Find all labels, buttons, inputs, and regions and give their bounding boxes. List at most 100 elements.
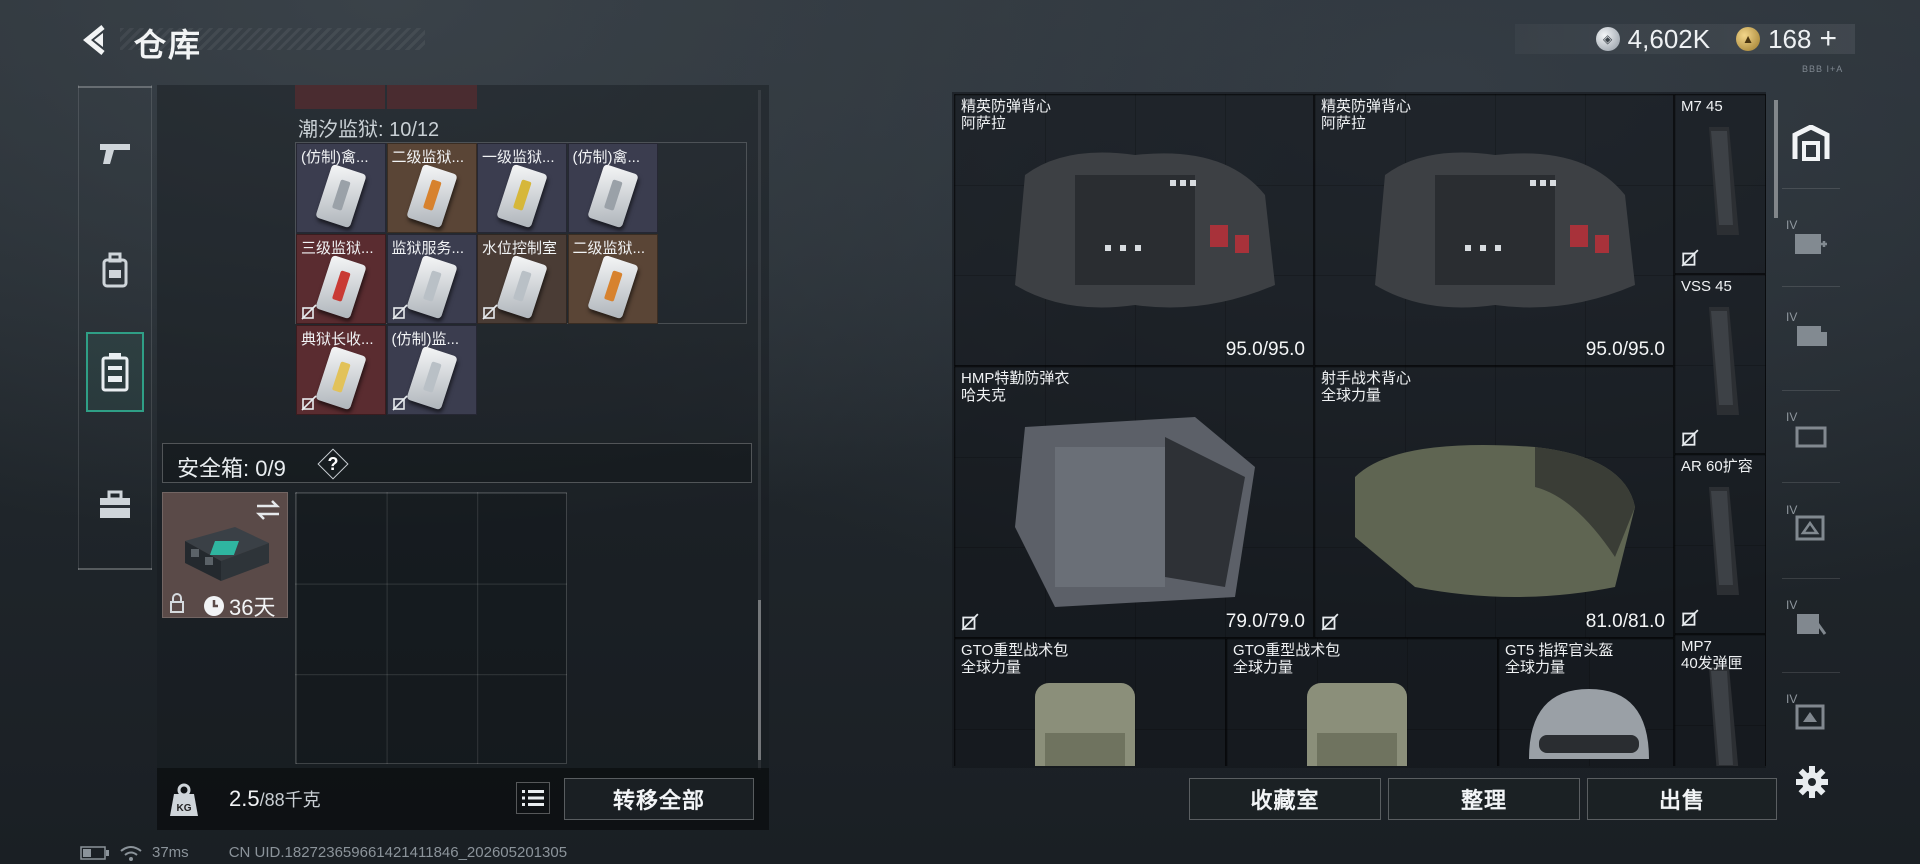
filter-parts[interactable]: IV (1782, 493, 1840, 563)
keycard-item[interactable]: 典狱长收... (296, 325, 386, 415)
item-name: VSS 45 (1681, 278, 1732, 295)
warehouse-item[interactable]: GTO重型战术包 全球力量 (1226, 638, 1498, 766)
backpack-icon (1035, 683, 1135, 766)
filter-ammo-box[interactable]: IV (1782, 300, 1840, 370)
warehouse-item[interactable]: AR 60扩容 (1674, 454, 1766, 634)
warehouse-item[interactable]: GT5 指挥官头盔 全球力量 (1498, 638, 1674, 766)
svg-text:KG: KG (177, 803, 192, 814)
collection-room-button[interactable]: 收藏室 (1189, 778, 1381, 820)
armor-vest-icon (1375, 152, 1635, 308)
warehouse-scrollbar[interactable] (1774, 100, 1778, 218)
filter-medical[interactable]: IV (1782, 208, 1840, 278)
battery-icon (80, 845, 109, 860)
warehouse-item[interactable]: 精英防弹背心 阿萨拉 95.0/95.0 (954, 94, 1314, 366)
item-name: HMP特勤防弹衣 哈夫克 (961, 370, 1070, 404)
warehouse-item[interactable]: VSS 45 (1674, 274, 1766, 454)
keycard-name: 监狱服务... (391, 240, 465, 257)
silver-currency[interactable]: ◈ 4,602K (1595, 24, 1710, 55)
keycard-item[interactable]: 三级监狱... (296, 234, 386, 324)
gold-currency[interactable]: ▲ 168 + (1736, 22, 1837, 56)
warehouse-grid: 精英防弹背心 阿萨拉 95.0/95.0 精英防弹背心 阿萨拉 95.0/95.0 M7… (954, 94, 1766, 766)
status-bar: 37ms CN UID.182723659661421411846_202605… (80, 844, 567, 861)
filter-equipment[interactable]: IV (1782, 400, 1840, 470)
no-trade-icon (391, 304, 408, 320)
nav-weapon[interactable] (86, 112, 144, 192)
no-trade-icon (1681, 429, 1699, 447)
keycard-name: 二级监狱... (572, 240, 646, 257)
keycard-name: 一级监狱... (482, 149, 555, 166)
warehouse-item[interactable]: M7 45 (1674, 94, 1766, 274)
back-arrow-icon (83, 25, 105, 55)
no-trade-icon (1681, 249, 1699, 267)
keycard-icon (496, 163, 548, 229)
tier-label: IV (1786, 692, 1798, 706)
add-gold-button[interactable]: + (1819, 22, 1837, 56)
list-icon (522, 790, 544, 806)
no-trade-icon (301, 395, 317, 411)
tier-label: IV (1786, 310, 1798, 324)
warehouse-item[interactable]: 射手战术背心 全球力量 81.0/81.0 (1314, 366, 1674, 638)
filter-tools[interactable]: IV (1782, 588, 1840, 658)
safe-box-item[interactable]: 36天 (162, 492, 288, 620)
page-title: 仓库 (134, 27, 203, 63)
inventory-scrollbar[interactable] (758, 90, 761, 770)
keycard-item[interactable]: 一级监狱... (477, 143, 567, 233)
no-trade-icon (1681, 609, 1699, 627)
filter-misc[interactable]: IV (1782, 682, 1840, 752)
nav-backpack[interactable] (86, 230, 144, 310)
item-durability: 95.0/95.0 (1585, 339, 1665, 360)
item-durability: 79.0/79.0 (1225, 611, 1305, 632)
back-button[interactable] (76, 20, 116, 60)
keycard-icon (315, 345, 367, 411)
magazine-icon (1709, 667, 1739, 766)
keycard-icon (496, 254, 548, 320)
gear-crate-icon (1795, 426, 1827, 448)
transfer-all-button[interactable]: 转移全部 (564, 778, 754, 820)
sell-button[interactable]: 出售 (1587, 778, 1777, 820)
filter-all[interactable] (1782, 108, 1840, 178)
safe-box-icon (185, 527, 269, 581)
keycard-item[interactable]: (仿制)监... (386, 325, 477, 415)
warehouse-item[interactable]: GTO重型战术包 全球力量 (954, 638, 1226, 766)
no-trade-icon (961, 613, 979, 631)
keycard-item[interactable]: (仿制)禽... (567, 143, 658, 233)
list-view-button[interactable] (516, 782, 550, 814)
safe-box-label: 安全箱: 0/9 (177, 456, 286, 481)
backpack-icon (1307, 683, 1407, 766)
keycard-item[interactable]: (仿制)禽... (296, 143, 386, 233)
tiny-label: BBB I+A (1802, 64, 1844, 74)
weight-icon: KG (170, 783, 198, 816)
keycard-item[interactable]: 二级监狱... (567, 234, 658, 324)
item-durability: 95.0/95.0 (1225, 339, 1305, 360)
medkit-icon (1795, 234, 1827, 254)
no-trade-icon (301, 304, 317, 320)
organize-button[interactable]: 整理 (1388, 778, 1580, 820)
keycard-item[interactable]: 监狱服务... (386, 234, 477, 324)
scroll-thumb[interactable] (758, 600, 761, 760)
expiry-days: 36天 (229, 595, 276, 620)
keycard-icon (405, 163, 458, 229)
warehouse-item[interactable]: 精英防弹背心 阿萨拉 95.0/95.0 (1314, 94, 1674, 366)
helmet-icon (1529, 689, 1649, 759)
settings-button[interactable] (1792, 762, 1832, 802)
warehouse-item[interactable]: HMP特勤防弹衣 哈夫克 79.0/79.0 (954, 366, 1314, 638)
keycard-name: (仿制)禽... (301, 149, 369, 166)
keycard-item[interactable]: 水位控制室 (477, 234, 567, 324)
weight-value: 2.5 (229, 786, 260, 811)
keycard-name: 二级监狱... (391, 149, 465, 166)
warehouse-item[interactable]: MP7 40发弹匣 (1674, 634, 1766, 766)
keycard-name: 三级监狱... (301, 240, 374, 257)
safe-box-grid[interactable] (295, 492, 567, 764)
keycard-icon (586, 254, 639, 320)
keycard-item[interactable]: 二级监狱... (386, 143, 477, 233)
nav-inventory[interactable] (86, 332, 144, 412)
help-button[interactable]: ? (319, 450, 347, 478)
nav-toolkit[interactable] (86, 465, 144, 545)
gold-amount: 168 (1768, 23, 1812, 54)
warehouse-icon (1792, 125, 1830, 161)
backpack-icon (102, 252, 128, 288)
currency-display: ◈ 4,602K ▲ 168 + (1515, 22, 1855, 56)
rail-divider (78, 86, 152, 88)
keycard-name: (仿制)禽... (572, 149, 641, 166)
item-durability: 81.0/81.0 (1585, 611, 1665, 632)
